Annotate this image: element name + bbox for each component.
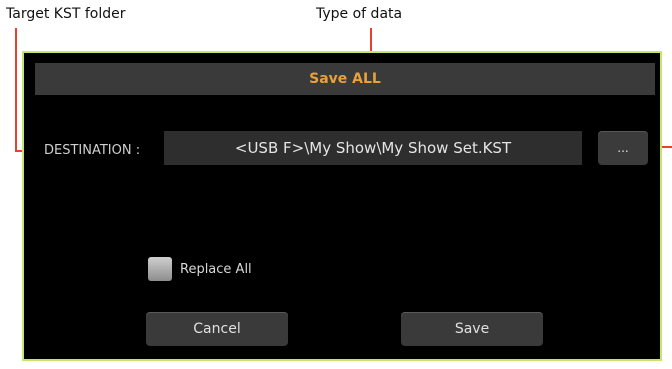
annotation-type-of-data: Type of data (316, 6, 403, 22)
replace-all-checkbox[interactable] (148, 257, 172, 281)
cancel-button[interactable]: Cancel (146, 312, 288, 346)
replace-all-option[interactable]: Replace All (148, 257, 252, 281)
destination-path-field[interactable]: <USB F>\My Show\My Show Set.KST (164, 131, 582, 165)
replace-all-label: Replace All (180, 261, 252, 277)
browse-button[interactable]: ... (598, 131, 648, 165)
dialog-title: Save ALL (35, 63, 655, 95)
save-button[interactable]: Save (401, 312, 543, 346)
save-all-dialog: Save ALL DESTINATION : <USB F>\My Show\M… (22, 51, 662, 361)
destination-label: DESTINATION : (44, 143, 141, 158)
callout-line-target-vertical (15, 28, 17, 152)
annotation-target-folder: Target KST folder (6, 6, 126, 22)
